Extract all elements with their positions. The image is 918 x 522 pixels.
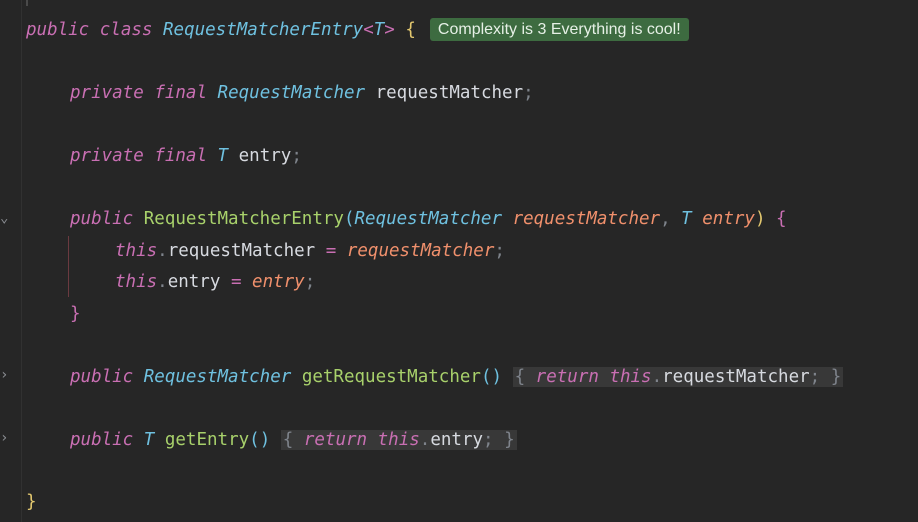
brace: { bbox=[405, 20, 416, 40]
keyword: final bbox=[154, 83, 207, 103]
dot: . bbox=[157, 272, 168, 292]
gutter-divider bbox=[21, 0, 22, 522]
field-name: requestMatcher bbox=[662, 367, 810, 387]
brace: } bbox=[504, 430, 515, 450]
operator: = bbox=[230, 272, 242, 292]
keyword: public bbox=[70, 430, 134, 450]
semicolon: ; bbox=[523, 83, 534, 103]
code-line-class-close[interactable]: } bbox=[26, 490, 37, 514]
field-name: requestMatcher bbox=[375, 83, 524, 103]
type: RequestMatcher bbox=[217, 83, 366, 103]
keyword: this bbox=[115, 272, 158, 292]
keyword: return bbox=[535, 367, 599, 387]
code-line-assign-requestmatcher[interactable]: this.requestMatcher = requestMatcher; bbox=[115, 239, 505, 263]
param-name: requestMatcher bbox=[512, 209, 661, 229]
code-editor[interactable]: ⌄ › › public class RequestMatcherEntry<T… bbox=[0, 0, 918, 522]
brace: { bbox=[282, 430, 294, 450]
comma: , bbox=[660, 209, 671, 229]
brace: { bbox=[514, 367, 526, 387]
constructor-name: RequestMatcherEntry bbox=[143, 209, 344, 229]
code-line-class[interactable]: public class RequestMatcherEntry<T> { Com… bbox=[26, 18, 689, 42]
code-line-constructor[interactable]: public RequestMatcherEntry(RequestMatche… bbox=[70, 207, 787, 231]
code-line-getter-requestmatcher[interactable]: public RequestMatcher getRequestMatcher(… bbox=[70, 365, 844, 389]
keyword: public bbox=[26, 20, 90, 40]
code-line-field-entry[interactable]: private final T entry; bbox=[70, 144, 302, 168]
keyword: class bbox=[99, 20, 153, 40]
brace: } bbox=[830, 367, 842, 387]
code-line-field-requestmatcher[interactable]: private final RequestMatcher requestMatc… bbox=[70, 81, 534, 105]
chevron-down-icon[interactable]: ⌄ bbox=[0, 211, 12, 225]
field-name: entry bbox=[167, 272, 221, 292]
return-type: RequestMatcher bbox=[143, 367, 292, 387]
param-type: T bbox=[681, 209, 692, 229]
keyword: private bbox=[70, 146, 144, 166]
keyword: public bbox=[70, 367, 134, 387]
keyword: return bbox=[303, 430, 368, 450]
code-line-assign-entry[interactable]: this.entry = entry; bbox=[115, 270, 315, 294]
keyword: this bbox=[115, 241, 158, 261]
method-name: getEntry bbox=[164, 430, 250, 450]
keyword: final bbox=[154, 146, 207, 166]
generic-open: < bbox=[363, 20, 374, 40]
class-name: RequestMatcherEntry bbox=[163, 20, 364, 40]
param-type: RequestMatcher bbox=[354, 209, 503, 229]
paren: ) bbox=[754, 209, 766, 229]
keyword: this bbox=[609, 367, 652, 387]
folded-body[interactable]: { return this.entry; } bbox=[280, 430, 517, 450]
brace: } bbox=[70, 304, 81, 324]
field-name: requestMatcher bbox=[167, 241, 316, 261]
caret-marker bbox=[26, 0, 28, 6]
param-name: entry bbox=[702, 209, 755, 229]
type-param: T bbox=[373, 20, 385, 40]
brace: { bbox=[776, 209, 787, 229]
code-line-constructor-close[interactable]: } bbox=[70, 302, 81, 326]
type: T bbox=[217, 146, 229, 166]
keyword: public bbox=[70, 209, 134, 229]
parens: () bbox=[480, 367, 503, 387]
generic-close: > bbox=[384, 20, 395, 40]
code-line-getter-entry[interactable]: public T getEntry() { return this.entry;… bbox=[70, 428, 517, 452]
paren: ( bbox=[343, 209, 355, 229]
folded-body[interactable]: { return this.requestMatcher; } bbox=[512, 367, 844, 387]
method-name: getRequestMatcher bbox=[301, 367, 481, 387]
dot: . bbox=[157, 241, 168, 261]
field-name: entry bbox=[430, 430, 484, 450]
complexity-hint[interactable]: Complexity is 3 Everything is cool! bbox=[429, 18, 689, 41]
parens: () bbox=[249, 430, 271, 450]
indent-guide bbox=[68, 236, 69, 297]
semicolon: ; bbox=[291, 146, 302, 166]
semicolon: ; bbox=[809, 367, 821, 387]
return-type: T bbox=[143, 430, 155, 450]
param-name: requestMatcher bbox=[346, 241, 495, 261]
semicolon: ; bbox=[483, 430, 494, 450]
dot: . bbox=[419, 430, 431, 450]
brace: } bbox=[26, 492, 37, 512]
operator: = bbox=[325, 241, 337, 261]
semicolon: ; bbox=[304, 272, 316, 292]
keyword: this bbox=[377, 430, 420, 450]
chevron-right-icon[interactable]: › bbox=[0, 431, 12, 445]
keyword: private bbox=[70, 83, 144, 103]
chevron-right-icon[interactable]: › bbox=[0, 368, 12, 382]
param-name: entry bbox=[252, 272, 305, 292]
semicolon: ; bbox=[494, 241, 505, 261]
dot: . bbox=[651, 367, 663, 387]
field-name: entry bbox=[238, 146, 292, 166]
